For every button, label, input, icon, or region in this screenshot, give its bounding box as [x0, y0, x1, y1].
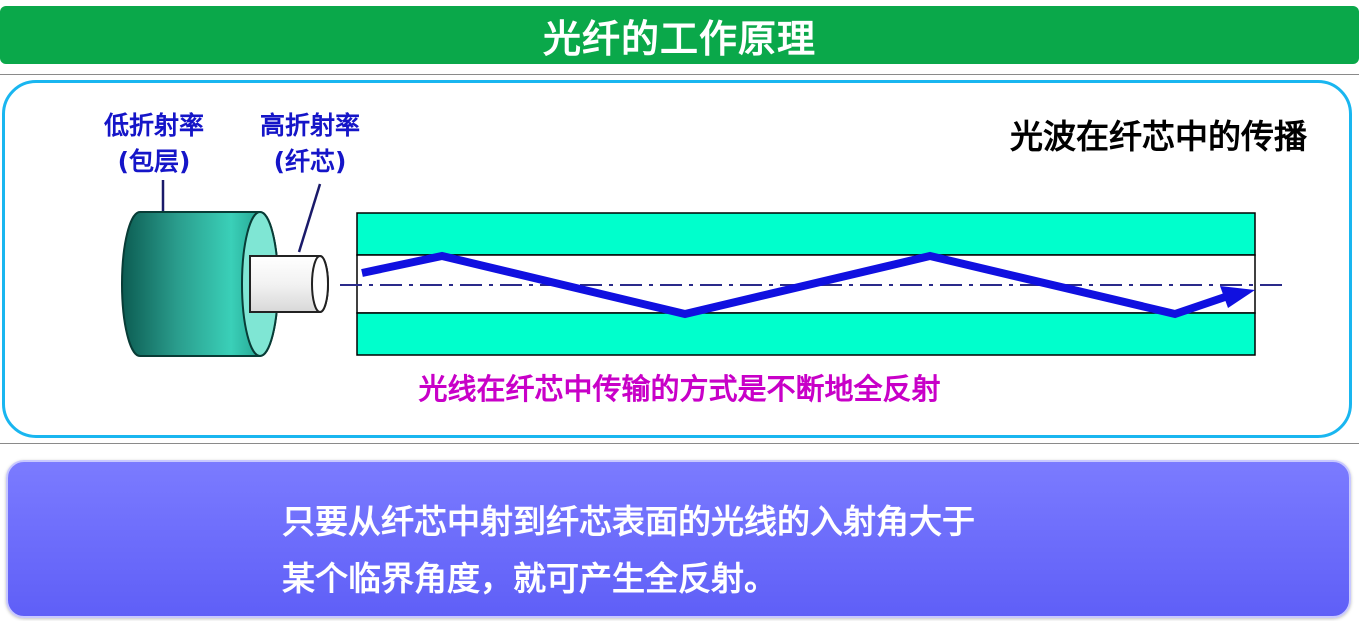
cladding-upper	[356, 212, 1256, 256]
total-reflection-caption: 光线在纤芯中传输的方式是不断地全反射	[418, 372, 941, 406]
cladding-lower	[356, 312, 1256, 356]
core-leader-line	[297, 183, 322, 253]
fiber-cable-icon	[121, 211, 329, 357]
divider-bottom	[0, 443, 1359, 444]
explanation-line-2: 某个临界角度，就可产生全反射。	[282, 559, 777, 598]
explanation-line-1: 只要从纤芯中射到纤芯表面的光线的入射角大于	[282, 502, 975, 541]
